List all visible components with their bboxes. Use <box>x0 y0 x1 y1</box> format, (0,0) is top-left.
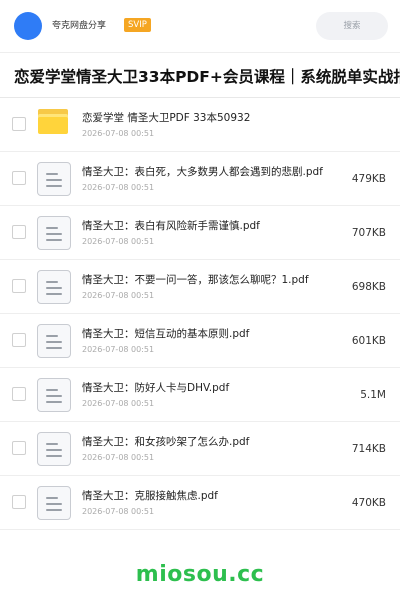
header-bar: 夸克网盘分享 SVIP 搜索 <box>0 0 400 52</box>
file-size: 601KB <box>351 335 386 347</box>
list-item[interactable]: 情圣大卫：不要一问一答，那该怎么聊呢？1.pdf 2026-07-08 00:5… <box>0 260 400 314</box>
row-checkbox[interactable] <box>12 387 26 401</box>
list-item[interactable]: 恋爱学堂 情圣大卫PDF 33本50932 2026-07-08 00:51 <box>0 98 400 152</box>
list-item[interactable]: 情圣大卫：表白有风险新手需谨慎.pdf 2026-07-08 00:51 707… <box>0 206 400 260</box>
file-name[interactable]: 情圣大卫：短信互动的基本原则.pdf <box>82 327 342 341</box>
file-name[interactable]: 恋爱学堂 情圣大卫PDF 33本50932 <box>82 111 342 125</box>
list-item[interactable]: 情圣大卫：和女孩吵架了怎么办.pdf 2026-07-08 00:51 714K… <box>0 422 400 476</box>
document-icon <box>37 432 71 466</box>
document-icon <box>37 216 71 250</box>
file-date: 2026-07-08 00:51 <box>82 237 155 246</box>
file-size: 470KB <box>351 497 386 509</box>
watermark: miosou.cc <box>135 562 265 587</box>
file-size: 714KB <box>351 443 386 455</box>
file-date: 2026-07-08 00:51 <box>82 129 155 138</box>
avatar[interactable] <box>14 12 42 40</box>
file-date: 2026-07-08 00:51 <box>82 291 155 300</box>
file-list: 恋爱学堂 情圣大卫PDF 33本50932 2026-07-08 00:51 情… <box>0 98 400 530</box>
file-size: 698KB <box>351 281 386 293</box>
file-name[interactable]: 情圣大卫：表白死，大多数男人都会遇到的悲剧.pdf <box>82 165 342 179</box>
row-checkbox[interactable] <box>12 117 26 131</box>
list-item[interactable]: 情圣大卫：防好人卡与DHV.pdf 2026-07-08 00:51 5.1M <box>0 368 400 422</box>
row-checkbox[interactable] <box>12 171 26 185</box>
document-icon <box>37 324 71 358</box>
file-date: 2026-07-08 00:51 <box>82 345 155 354</box>
file-date: 2026-07-08 00:51 <box>82 507 155 516</box>
folder-icon <box>38 109 68 134</box>
file-date: 2026-07-08 00:51 <box>82 453 155 462</box>
file-date: 2026-07-08 00:51 <box>82 183 155 192</box>
document-icon <box>37 162 71 196</box>
file-date: 2026-07-08 00:51 <box>82 399 155 408</box>
list-item[interactable]: 情圣大卫：表白死，大多数男人都会遇到的悲剧.pdf 2026-07-08 00:… <box>0 152 400 206</box>
file-size: 479KB <box>351 173 386 185</box>
row-checkbox[interactable] <box>12 495 26 509</box>
header-divider <box>0 52 400 53</box>
list-item[interactable]: 情圣大卫：短信互动的基本原则.pdf 2026-07-08 00:51 601K… <box>0 314 400 368</box>
file-name[interactable]: 情圣大卫：不要一问一答，那该怎么聊呢？1.pdf <box>82 273 342 287</box>
file-name[interactable]: 情圣大卫：表白有风险新手需谨慎.pdf <box>82 219 342 233</box>
row-checkbox[interactable] <box>12 279 26 293</box>
row-checkbox[interactable] <box>12 225 26 239</box>
search-button[interactable]: 搜索 <box>316 12 388 40</box>
document-icon <box>37 270 71 304</box>
file-size: 5.1M <box>360 389 386 401</box>
row-checkbox[interactable] <box>12 333 26 347</box>
svip-badge: SVIP <box>124 18 151 32</box>
document-icon <box>37 486 71 520</box>
list-item[interactable]: 情圣大卫：克服接触焦虑.pdf 2026-07-08 00:51 470KB <box>0 476 400 530</box>
file-name[interactable]: 情圣大卫：和女孩吵架了怎么办.pdf <box>82 435 342 449</box>
row-checkbox[interactable] <box>12 441 26 455</box>
file-size: 707KB <box>351 227 386 239</box>
page-title: 恋爱学堂情圣大卫33本PDF+会员课程｜系统脱单实战指南 <box>14 68 400 86</box>
user-name: 夸克网盘分享 <box>52 21 107 31</box>
document-icon <box>37 378 71 412</box>
file-name[interactable]: 情圣大卫：防好人卡与DHV.pdf <box>82 381 342 395</box>
file-name[interactable]: 情圣大卫：克服接触焦虑.pdf <box>82 489 342 503</box>
